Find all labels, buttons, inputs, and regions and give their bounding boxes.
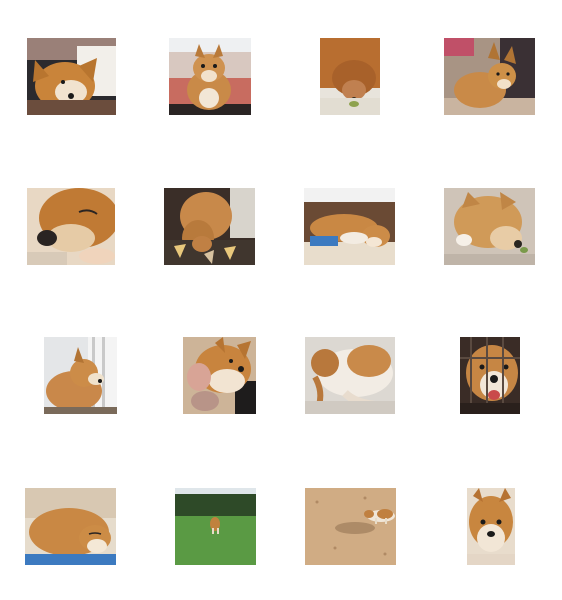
sticker-corgi-lying-bed[interactable] <box>304 188 395 265</box>
sticker-corgi-grin-closeup[interactable] <box>183 337 256 414</box>
sticker-corgi-eating-floor[interactable] <box>444 188 535 265</box>
sticker-corgi-lying-floor[interactable] <box>444 38 535 115</box>
sticker-corgi-face-peek[interactable] <box>467 488 515 565</box>
sticker-corgi-window-side[interactable] <box>44 337 117 414</box>
sticker-corgi-sitting-rug[interactable] <box>164 188 255 265</box>
sticker-corgi-face-closeup-sleepy[interactable] <box>27 188 115 265</box>
sticker-corgi-lying-head-tilt[interactable] <box>27 38 116 115</box>
sticker-corgi-sitting-blanket[interactable] <box>169 38 251 115</box>
sticker-corgi-walking-sand[interactable] <box>305 488 396 565</box>
sticker-grid <box>0 0 562 600</box>
sticker-corgi-behind-bars[interactable] <box>460 337 520 414</box>
sticker-corgi-belly-up[interactable] <box>305 337 395 414</box>
sticker-corgi-running-field[interactable] <box>175 488 256 565</box>
sticker-corgi-sleeping-cushion[interactable] <box>25 488 116 565</box>
sticker-corgi-sniffing-down[interactable] <box>320 38 380 115</box>
